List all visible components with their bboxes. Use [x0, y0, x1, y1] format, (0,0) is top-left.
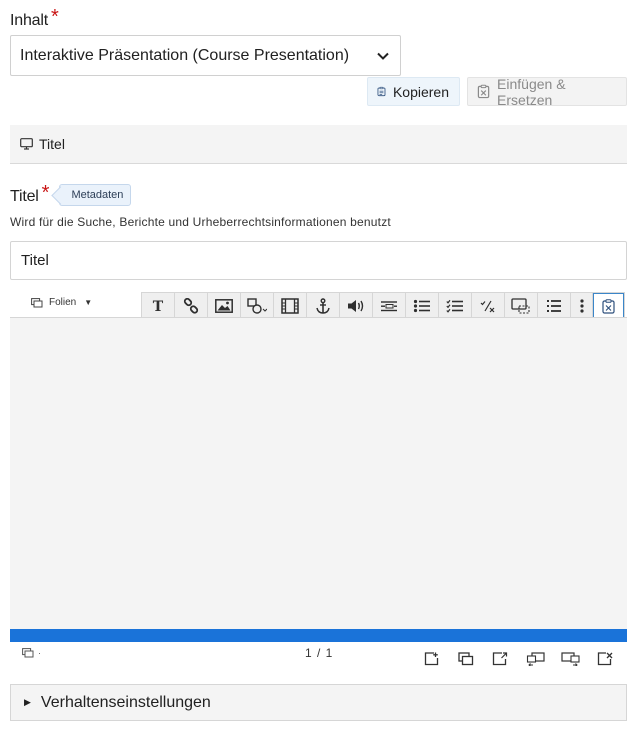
required-mark: *: [41, 182, 50, 204]
caret-icon: ·: [38, 648, 41, 658]
caret-down-icon: ▼: [84, 298, 93, 307]
shapes-icon[interactable]: [241, 293, 274, 318]
content-label: Inhalt: [10, 12, 48, 29]
paste-replace-icon: [477, 84, 490, 99]
move-slide-left-icon[interactable]: [526, 652, 546, 666]
drag-drop-icon[interactable]: [505, 293, 538, 318]
text-icon[interactable]: T: [142, 293, 175, 318]
content-label-row: Inhalt *: [10, 6, 59, 31]
summary-icon[interactable]: [538, 293, 571, 318]
slides-menu-label: Folien: [49, 297, 77, 308]
slides-icon: [22, 648, 34, 658]
svg-text:T: T: [153, 299, 164, 313]
title-input-value: Titel: [21, 252, 49, 269]
content-type-select[interactable]: Interaktive Präsentation (Course Present…: [10, 35, 401, 76]
video-icon[interactable]: [274, 293, 307, 318]
copy-button[interactable]: Kopieren: [367, 77, 460, 106]
move-slide-right-icon[interactable]: [561, 652, 581, 666]
behaviour-settings-toggle[interactable]: ▶ Verhaltenseinstellungen: [10, 684, 627, 721]
title-label-row: Titel * Metadaten: [10, 182, 132, 209]
add-slide-icon[interactable]: [424, 652, 439, 666]
monitor-icon: [20, 138, 33, 150]
link-icon[interactable]: [175, 293, 208, 318]
image-icon[interactable]: [208, 293, 241, 318]
multi-choice-icon[interactable]: [439, 293, 472, 318]
slides-icon: [31, 297, 43, 307]
title-label: Titel: [10, 188, 39, 205]
content-type-value: Interaktive Präsentation (Course Present…: [20, 46, 350, 64]
metadata-button[interactable]: Metadaten: [59, 184, 132, 206]
slide-progress-bar[interactable]: [10, 629, 627, 642]
title-input[interactable]: Titel: [10, 241, 627, 280]
editor-toolbar: T: [141, 292, 625, 319]
metadata-label: Metadaten: [71, 189, 124, 201]
chevron-down-icon: [377, 52, 389, 60]
slides-menu-button[interactable]: Folien ▼: [31, 297, 92, 308]
paste-icon[interactable]: [593, 293, 624, 319]
required-mark: *: [50, 6, 59, 28]
triangle-right-icon: ▶: [24, 697, 31, 707]
copy-button-label: Kopieren: [392, 83, 449, 100]
title-description: Wird für die Suche, Berichte und Urheber…: [10, 215, 391, 229]
audio-icon[interactable]: [340, 293, 373, 318]
copy-icon: [377, 86, 386, 97]
group-title: Titel: [39, 136, 65, 152]
single-choice-icon[interactable]: [406, 293, 439, 318]
anchor-icon[interactable]: [307, 293, 340, 318]
paste-replace-button[interactable]: Einfügen & Ersetzen: [467, 75, 627, 108]
true-false-icon[interactable]: [472, 293, 505, 318]
background-icon[interactable]: [492, 652, 508, 666]
fill-blanks-icon[interactable]: [373, 293, 406, 318]
slide-canvas[interactable]: [10, 317, 627, 630]
slide-counter: 1 / 1: [305, 646, 334, 660]
footer-slides-menu[interactable]: ·: [22, 648, 41, 658]
paste-replace-button-label: Einfügen & Ersetzen: [497, 75, 566, 108]
title-group-header[interactable]: Titel: [10, 125, 627, 164]
slide-footer: · 1 / 1: [10, 643, 627, 669]
behaviour-settings-label: Verhaltenseinstellungen: [40, 693, 211, 711]
delete-slide-icon[interactable]: [597, 652, 613, 666]
clone-slide-icon[interactable]: [458, 652, 474, 666]
more-icon[interactable]: [571, 293, 593, 318]
